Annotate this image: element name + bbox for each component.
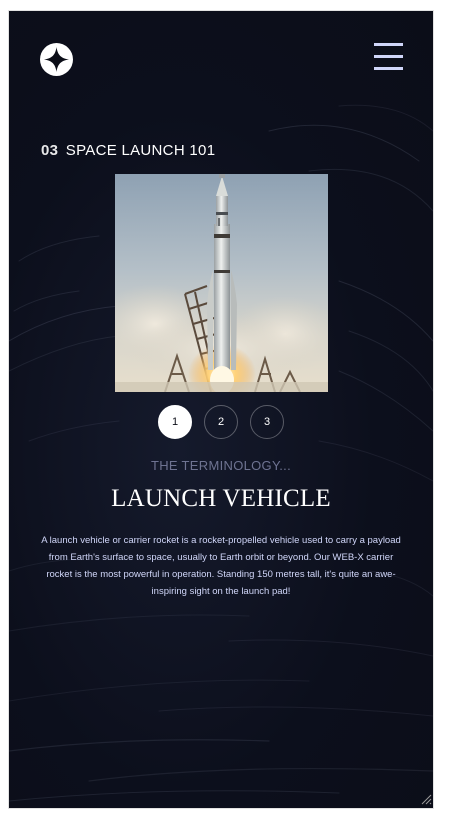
star-compass-icon[interactable] — [40, 43, 73, 76]
menu-bar — [374, 43, 403, 46]
slide-pagination: 1 2 3 — [158, 405, 284, 439]
technology-title: LAUNCH VEHICLE — [111, 485, 331, 512]
page-heading-number: 03 — [41, 142, 59, 159]
terminology-subtitle: THE TERMINOLOGY... — [150, 458, 291, 473]
pagination-button-3[interactable]: 3 — [250, 405, 284, 439]
technology-description: A launch vehicle or carrier rocket is a … — [41, 535, 401, 597]
menu-bar — [374, 55, 403, 58]
resize-grip-icon[interactable] — [420, 793, 432, 805]
page-heading-text: SPACE LAUNCH 101 — [65, 142, 216, 159]
pagination-button-1[interactable]: 1 — [158, 405, 192, 439]
menu-bar — [374, 67, 403, 70]
rocket-launch-image — [115, 174, 328, 392]
page-frame: 03 SPACE LAUNCH 101 1 2 3 THE TERMINOLOG… — [9, 11, 433, 808]
hamburger-menu-icon[interactable] — [374, 43, 403, 71]
page-heading: 03 SPACE LAUNCH 101 — [41, 142, 215, 159]
pagination-button-2[interactable]: 2 — [204, 405, 238, 439]
